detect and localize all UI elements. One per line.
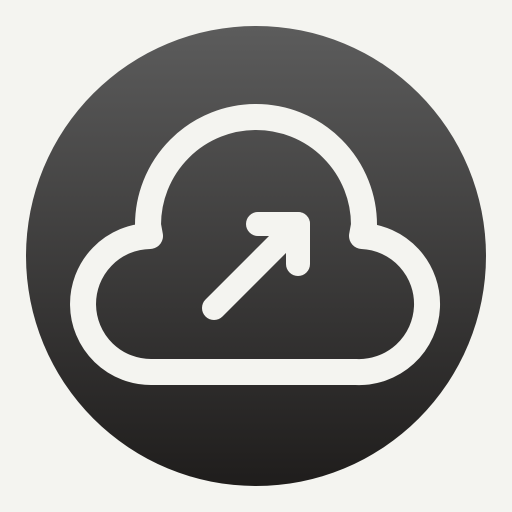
app-icon	[0, 0, 512, 512]
cloud-upload-icon	[26, 26, 486, 486]
